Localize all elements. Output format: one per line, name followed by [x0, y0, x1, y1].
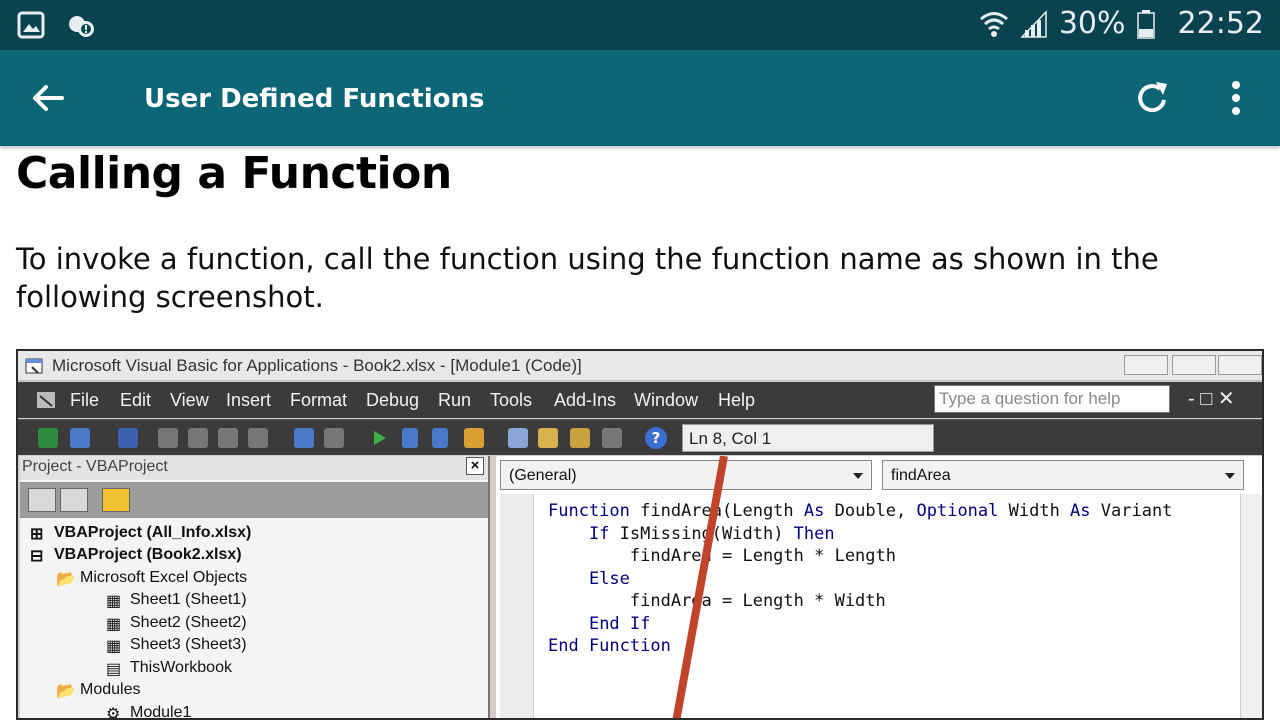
- menu-format: Format: [290, 390, 348, 410]
- project-explorer-icon: [508, 428, 528, 448]
- back-arrow-icon[interactable]: [28, 78, 68, 118]
- help-search-box: Type a question for help: [934, 385, 1170, 413]
- vba-menu-icon: [37, 392, 55, 408]
- tree-item: ⚙ Module1: [106, 704, 192, 720]
- tree-item: ▦ Sheet1 (Sheet1): [106, 591, 247, 610]
- signal-icon: [1020, 9, 1047, 38]
- redo-icon: [324, 428, 344, 448]
- menu-window: Window: [634, 390, 699, 410]
- maximize-button: [1172, 355, 1216, 375]
- insert-module-icon: [70, 428, 90, 448]
- vbaproject-icon: ⊞: [30, 526, 44, 543]
- workbook-icon: ▤: [106, 661, 122, 678]
- menu-window-controls: - □ ✕: [1188, 388, 1235, 410]
- status-bar: 30% 22:52: [0, 0, 1280, 50]
- toolbox-icon: [602, 428, 622, 448]
- clock: 22:52: [1177, 6, 1264, 41]
- vba-toolbar: ? Ln 8, Col 1: [18, 419, 1262, 455]
- cut-icon: [158, 428, 178, 448]
- paste-icon: [218, 428, 238, 448]
- annotation-arrow: [672, 456, 728, 718]
- save-icon: [118, 428, 138, 448]
- vba-window-title: Microsoft Visual Basic for Applications …: [52, 356, 582, 375]
- vba-menu-bar: File Edit View Insert Format Debug Run T…: [18, 382, 1262, 418]
- reset-icon: [432, 428, 448, 448]
- menu-add-ins: Add-Ins: [554, 390, 617, 410]
- menu-insert: Insert: [226, 390, 272, 410]
- module-icon: ⚙: [106, 706, 121, 720]
- break-icon: [402, 428, 418, 448]
- menu-tools: Tools: [490, 390, 533, 410]
- app-bar: User Defined Functions: [0, 50, 1280, 146]
- project-close-icon: ×: [466, 457, 484, 475]
- project-toolbar: [20, 482, 488, 518]
- run-icon: [374, 431, 386, 445]
- menu-help: Help: [718, 390, 756, 410]
- project-explorer: Project - VBAProject × ⊞ VBAProject (All_…: [20, 456, 490, 720]
- menu-view: View: [170, 390, 209, 410]
- vba-title-bar: Microsoft Visual Basic for Applications …: [18, 351, 1262, 381]
- tree-item: ▤ ThisWorkbook: [106, 659, 232, 678]
- sheet-icon: ▦: [106, 638, 122, 655]
- refresh-icon[interactable]: [1132, 78, 1172, 118]
- design-mode-icon: [464, 428, 484, 448]
- menu-run: Run: [438, 390, 472, 410]
- tree-item: ⊞ VBAProject (All_Info.xlsx): [30, 524, 252, 543]
- copy-icon: [188, 428, 208, 448]
- tree-item: ⊟ VBAProject (Book2.xlsx): [30, 546, 242, 565]
- help-icon: ?: [645, 427, 667, 449]
- vba-editor-screenshot: Microsoft Visual Basic for Applications …: [16, 349, 1264, 720]
- close-button: [1218, 355, 1262, 375]
- sheet-icon: ▦: [106, 593, 122, 610]
- wifi-icon: [979, 11, 1008, 37]
- more-vert-icon[interactable]: [1218, 78, 1254, 118]
- svg-text:?: ?: [652, 429, 661, 447]
- view-object-icon: [60, 488, 88, 512]
- tree-item: 📂 Modules: [56, 681, 141, 700]
- cursor-position: Ln 8, Col 1: [682, 424, 934, 452]
- menu-file: File: [70, 390, 100, 410]
- image-icon: [17, 11, 45, 39]
- undo-icon: [294, 428, 314, 448]
- menu-edit: Edit: [120, 390, 152, 410]
- view-code-icon: [28, 488, 56, 512]
- excel-view-icon: [38, 428, 58, 448]
- toggle-folders-icon: [102, 488, 130, 512]
- properties-icon: [538, 428, 558, 448]
- find-icon: [248, 428, 268, 448]
- tree-item: 📂 Microsoft Excel Objects: [56, 569, 248, 588]
- article-heading: Calling a Function: [16, 148, 452, 199]
- sheet-icon: ▦: [106, 616, 122, 633]
- tree-item: ▦ Sheet2 (Sheet2): [106, 614, 247, 633]
- project-explorer-title: Project - VBAProject: [20, 456, 488, 480]
- vba-app-icon: [25, 358, 43, 374]
- article-paragraph: To invoke a function, call the function …: [16, 242, 1159, 314]
- weather-alert-icon: [69, 16, 94, 37]
- battery-percent: 30%: [1058, 6, 1126, 41]
- object-browser-icon: [570, 428, 590, 448]
- minimize-button: [1124, 355, 1168, 375]
- tree-item: ▦ Sheet3 (Sheet3): [106, 636, 247, 655]
- menu-debug: Debug: [366, 390, 420, 410]
- folder-icon: 📂: [56, 683, 76, 700]
- page-title: User Defined Functions: [144, 84, 485, 114]
- code-window: (General) findArea Function findArea(Len…: [496, 456, 1262, 718]
- vbaproject-icon: ⊟: [30, 548, 44, 565]
- folder-icon: 📂: [56, 571, 76, 588]
- battery-icon: [1136, 9, 1155, 39]
